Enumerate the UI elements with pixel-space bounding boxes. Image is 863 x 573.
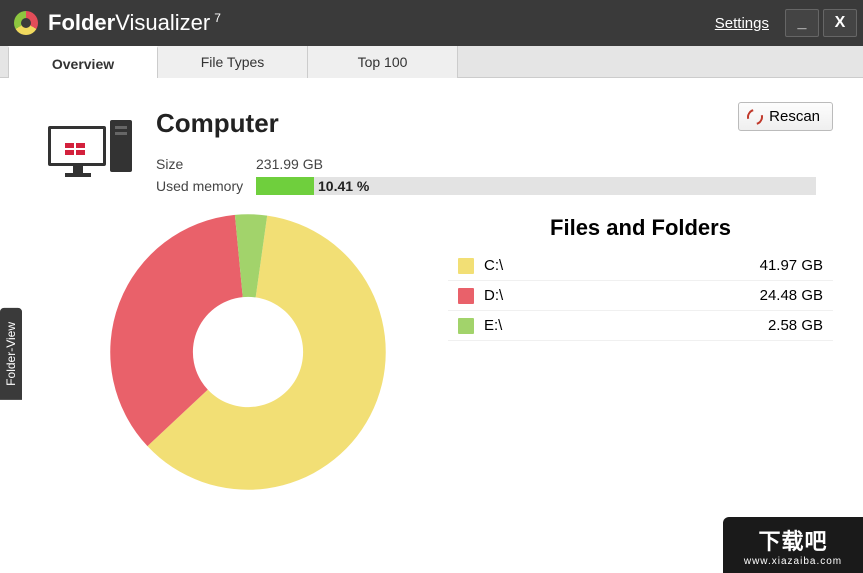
content-area: Folder-View Rescan Computer Size 231.99 … <box>0 78 863 573</box>
color-swatch <box>458 318 474 334</box>
size-label: Size <box>156 156 256 172</box>
donut-chart <box>48 207 408 497</box>
refresh-icon <box>744 106 766 128</box>
rescan-button[interactable]: Rescan <box>738 102 833 131</box>
drive-row[interactable]: C:\41.97 GB <box>448 251 833 281</box>
tab-file-types[interactable]: File Types <box>158 46 308 78</box>
watermark: 下载吧 www.xiazaiba.com <box>723 517 863 573</box>
app-logo-icon <box>14 11 38 35</box>
files-folders-panel: Files and Folders C:\41.97 GBD:\24.48 GB… <box>448 207 833 497</box>
used-memory-label: Used memory <box>156 178 256 194</box>
size-value: 231.99 GB <box>256 156 323 172</box>
drive-name: C:\ <box>484 257 760 274</box>
titlebar: FolderVisualizer7 Settings _ X <box>0 0 863 46</box>
panel-title: Files and Folders <box>448 215 833 241</box>
color-swatch <box>458 258 474 274</box>
summary-header: Computer Size 231.99 GB Used memory 10.4… <box>48 108 833 197</box>
drive-size: 41.97 GB <box>760 257 823 274</box>
rescan-label: Rescan <box>769 108 820 125</box>
tab-top-100[interactable]: Top 100 <box>308 46 458 78</box>
settings-link[interactable]: Settings <box>715 15 769 32</box>
computer-icon <box>48 120 138 180</box>
drive-size: 2.58 GB <box>768 317 823 334</box>
app-title: FolderVisualizer7 <box>48 10 221 36</box>
close-button[interactable]: X <box>823 9 857 37</box>
drive-name: E:\ <box>484 317 768 334</box>
drive-name: D:\ <box>484 287 760 304</box>
minimize-button[interactable]: _ <box>785 9 819 37</box>
used-memory-percent: 10.41 % <box>318 177 369 195</box>
drive-size: 24.48 GB <box>760 287 823 304</box>
tab-bar: OverviewFile TypesTop 100 <box>0 46 863 78</box>
used-memory-bar: 10.41 % <box>256 177 816 195</box>
drive-row[interactable]: D:\24.48 GB <box>448 281 833 311</box>
tab-overview[interactable]: Overview <box>8 46 158 78</box>
drive-row[interactable]: E:\2.58 GB <box>448 311 833 341</box>
page-title: Computer <box>156 108 833 139</box>
folder-view-side-tab[interactable]: Folder-View <box>0 308 22 400</box>
color-swatch <box>458 288 474 304</box>
